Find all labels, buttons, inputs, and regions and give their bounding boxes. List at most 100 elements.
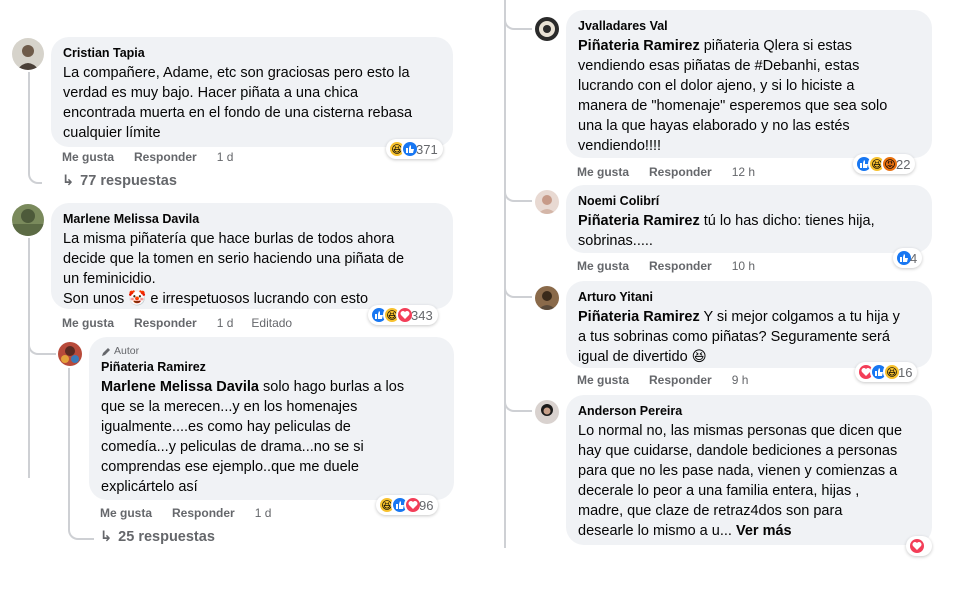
- comment-bubble: Marlene Melissa Davila La misma piñaterí…: [51, 203, 453, 309]
- clown-icon: 🤡: [128, 291, 147, 307]
- comment-line: Piñateria Ramirez tú lo has dicho: tiene…: [578, 213, 875, 229]
- reply-button[interactable]: Responder: [134, 150, 197, 164]
- comment-line: decide que la tomen en serio haciendo un…: [63, 251, 405, 267]
- comment-line: verdad es muy bajo. Hacer piñata a una c…: [63, 85, 359, 101]
- reply-button[interactable]: Responder: [172, 506, 235, 520]
- comment-actions: Me gusta Responder 10 h: [577, 259, 773, 273]
- view-replies-link[interactable]: ↳ 77 respuestas: [62, 173, 177, 189]
- laughing-emoji-icon: 😆: [691, 349, 707, 365]
- comment-bubble: Arturo Yitani Piñateria Ramirez Y si mej…: [566, 281, 932, 368]
- reaction-summary[interactable]: 😆 96: [376, 495, 439, 515]
- comment-bubble: Noemi Colibrí Piñateria Ramirez tú lo ha…: [566, 185, 932, 253]
- mention-link[interactable]: Piñateria Ramirez: [578, 309, 700, 325]
- thread-line: [28, 238, 30, 478]
- timestamp[interactable]: 1 d: [217, 150, 234, 164]
- thread-line: [504, 0, 506, 548]
- comment-line: hay que cuidarse, dandole bediciones a p…: [578, 443, 898, 459]
- reply-button[interactable]: Responder: [649, 165, 712, 179]
- avatar[interactable]: [12, 38, 44, 70]
- reaction-count: 343: [411, 307, 433, 323]
- comment-line: explicártelo así: [101, 479, 198, 495]
- avatar[interactable]: [535, 190, 559, 214]
- comment-text: Piñateria Ramirez piñateria Qlera si est…: [578, 36, 920, 156]
- comment-author[interactable]: Piñateria Ramirez: [101, 359, 442, 375]
- like-button[interactable]: Me gusta: [100, 506, 152, 520]
- comment-author[interactable]: Cristian Tapia: [63, 45, 441, 61]
- reply-button[interactable]: Responder: [134, 316, 197, 330]
- comment-line: vendiendo!!!!: [578, 138, 662, 154]
- comment-actions: Me gusta Responder 9 h: [577, 373, 766, 387]
- thread-line: [28, 72, 42, 184]
- comment-line: La misma piñatería que hace burlas de to…: [63, 231, 395, 247]
- timestamp[interactable]: 1 d: [255, 506, 272, 520]
- comment-line: cualquier límite: [63, 125, 161, 141]
- avatar[interactable]: [12, 204, 44, 236]
- comment-actions: Me gusta Responder 12 h: [577, 165, 773, 179]
- reaction-summary[interactable]: 😆 371: [386, 139, 443, 159]
- reaction-count: 22: [896, 156, 911, 172]
- comment-bubble: Anderson Pereira Lo normal no, las misma…: [566, 395, 932, 545]
- comment-line: manera de "homenaje" esperemos que sea s…: [578, 98, 888, 114]
- reaction-count: 4: [910, 250, 918, 266]
- comment-line: una la que hayas elaborado y no las esté…: [578, 118, 850, 134]
- mention-link[interactable]: Piñateria Ramirez: [578, 213, 700, 229]
- like-button[interactable]: Me gusta: [577, 259, 629, 273]
- comment-author[interactable]: Marlene Melissa Davila: [63, 211, 441, 227]
- avatar[interactable]: [535, 400, 559, 424]
- comment-author[interactable]: Arturo Yitani: [578, 289, 920, 305]
- comment-bubble: Jvalladares Val Piñateria Ramirez piñate…: [566, 10, 932, 158]
- comment-line: vendiendo esas piñatas de #Debanhi, esta…: [578, 58, 860, 74]
- comment-bubble: Cristian Tapia La compañere, Adame, etc …: [51, 37, 453, 147]
- reaction-count: 371: [416, 141, 438, 157]
- pencil-icon: [102, 347, 110, 356]
- comment-bubble: Autor Piñateria Ramirez Marlene Melissa …: [89, 337, 454, 500]
- comment-actions: Me gusta Responder 1 d: [62, 150, 251, 164]
- comment-line: desearle lo mismo a u... Ver más: [578, 523, 792, 539]
- like-button[interactable]: Me gusta: [577, 373, 629, 387]
- comment-text: La misma piñatería que hace burlas de to…: [63, 229, 441, 309]
- reaction-summary[interactable]: 😆 😡 22: [853, 154, 916, 174]
- like-button[interactable]: Me gusta: [577, 165, 629, 179]
- reaction-summary[interactable]: 😆 16: [855, 362, 918, 382]
- see-more-link[interactable]: Ver más: [736, 523, 792, 539]
- mention-link[interactable]: Marlene Melissa Davila: [101, 379, 259, 395]
- like-button[interactable]: Me gusta: [62, 316, 114, 330]
- comment-line: sobrinas.....: [578, 233, 653, 249]
- comment-line: para que no les pase nada, vienen y comi…: [578, 463, 898, 479]
- mention-link[interactable]: Piñateria Ramirez: [578, 38, 700, 54]
- thread-line: [28, 335, 56, 355]
- comment-author[interactable]: Noemi Colibrí: [578, 193, 920, 209]
- timestamp[interactable]: 9 h: [732, 373, 749, 387]
- thread-line: [504, 392, 532, 412]
- comment-line: igualmente....es como hay peliculas de: [101, 419, 351, 435]
- avatar[interactable]: [58, 342, 82, 366]
- reaction-summary[interactable]: [906, 536, 932, 556]
- timestamp[interactable]: 12 h: [732, 165, 755, 179]
- replies-count: 77 respuestas: [80, 173, 177, 189]
- reply-button[interactable]: Responder: [649, 259, 712, 273]
- comment-author[interactable]: Anderson Pereira: [578, 403, 920, 419]
- reaction-count: 96: [419, 497, 434, 513]
- reaction-summary[interactable]: 😆 343: [368, 305, 438, 325]
- reaction-count: 16: [898, 364, 913, 380]
- like-button[interactable]: Me gusta: [62, 150, 114, 164]
- comment-line: La compañere, Adame, etc son graciosas p…: [63, 65, 410, 81]
- comment-line: Piñateria Ramirez piñateria Qlera si est…: [578, 38, 853, 54]
- reply-button[interactable]: Responder: [649, 373, 712, 387]
- timestamp[interactable]: 10 h: [732, 259, 755, 273]
- comment-actions: Me gusta Responder 1 d Editado: [62, 316, 310, 330]
- avatar[interactable]: [535, 17, 559, 41]
- timestamp[interactable]: 1 d: [217, 316, 234, 330]
- comment-text: Lo normal no, las mismas personas que di…: [578, 421, 920, 541]
- edited-label: Editado: [251, 316, 293, 330]
- comment-line: a tus sobrinas como piñatas? Seguramente…: [578, 329, 890, 345]
- avatar[interactable]: [535, 286, 559, 310]
- view-replies-link[interactable]: ↳ 25 respuestas: [100, 529, 215, 545]
- reaction-summary[interactable]: 4: [893, 248, 923, 268]
- comment-actions: Me gusta Responder 1 d: [100, 506, 289, 520]
- comment-line: comedía...y peliculas de drama...no se s…: [101, 439, 364, 455]
- replies-count: 25 respuestas: [118, 529, 215, 545]
- reply-arrow-icon: ↳: [100, 529, 113, 545]
- comment-author[interactable]: Jvalladares Val: [578, 18, 920, 34]
- reply-arrow-icon: ↳: [62, 173, 75, 189]
